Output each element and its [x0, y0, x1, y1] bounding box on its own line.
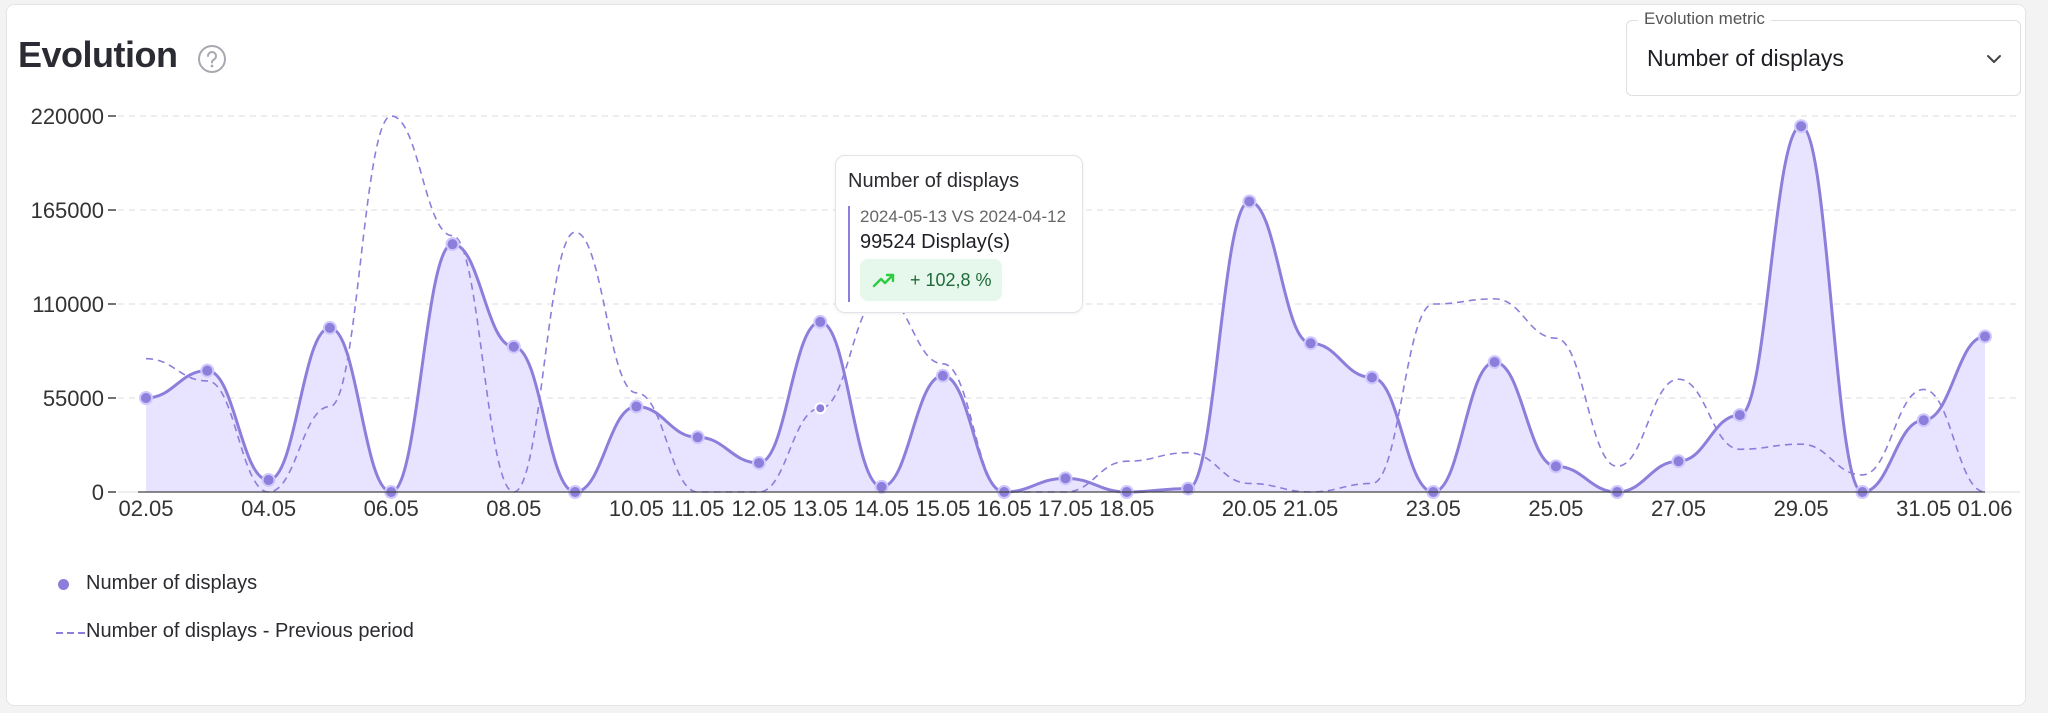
- legend-label-current: Number of displays: [86, 572, 258, 594]
- x-tick-label: 01.06: [1957, 496, 2012, 521]
- x-tick-label: 25.05: [1528, 496, 1583, 521]
- x-tick-label: 04.05: [241, 496, 296, 521]
- data-point: [629, 399, 644, 414]
- x-tick-label: 11.05: [671, 496, 724, 521]
- x-tick-label: 10.05: [609, 496, 664, 521]
- y-tick-label: 110000: [32, 292, 104, 317]
- data-point: [261, 473, 276, 488]
- x-tick-label: 08.05: [486, 496, 541, 521]
- evolution-chart: 0 55000 110000 165000 220000 02.05 04.05 06.05 0…: [31, 104, 2020, 521]
- legend-label-previous: Number of displays - Previous period: [86, 620, 414, 642]
- data-point: [935, 368, 950, 383]
- data-point: [1794, 119, 1809, 134]
- legend-dot-icon: [58, 579, 69, 590]
- tooltip-change-value: + 102,8 %: [910, 270, 992, 290]
- trend-up-icon: [872, 273, 895, 288]
- data-point: [1487, 355, 1502, 370]
- x-tick-label: 16.05: [977, 496, 1032, 521]
- data-point: [139, 391, 153, 405]
- data-point-previous-highlight: [814, 402, 827, 415]
- data-point: [1181, 481, 1196, 496]
- data-point: [1058, 471, 1073, 486]
- x-tick-label: 12.05: [731, 496, 786, 521]
- x-tick-label: 27.05: [1651, 496, 1706, 521]
- data-point: [1732, 408, 1747, 423]
- legend-dash-icon: [56, 632, 88, 634]
- data-point: [322, 320, 337, 335]
- x-tick-label: 02.05: [118, 496, 173, 521]
- tooltip-change-badge: + 102,8 %: [860, 259, 1002, 301]
- x-tick-label: 23.05: [1406, 496, 1461, 521]
- data-point: [1916, 413, 1931, 428]
- x-tick-label: 15.05: [915, 496, 970, 521]
- x-tick-label: 20.05: [1222, 496, 1277, 521]
- x-tick-label: 14.05: [854, 496, 909, 521]
- x-tick-label: 06.05: [364, 496, 419, 521]
- data-point: [752, 455, 766, 470]
- data-point: [1365, 370, 1379, 385]
- data-point: [1671, 454, 1686, 469]
- tooltip-accent-bar: [848, 206, 850, 302]
- tooltip-title: Number of displays: [848, 170, 1020, 192]
- data-point: [1978, 329, 1992, 344]
- data-point: [200, 363, 215, 378]
- data-point: [813, 314, 828, 329]
- x-tick-label: 31.05: [1896, 496, 1951, 521]
- data-point: [506, 339, 521, 354]
- data-point: [1303, 336, 1318, 351]
- data-point: [874, 479, 889, 494]
- x-tick-label: 21.05: [1283, 496, 1338, 521]
- x-tick-label: 18.05: [1099, 496, 1154, 521]
- tooltip-dates: 2024-05-13 VS 2024-04-12: [860, 207, 1067, 226]
- data-point: [1242, 194, 1257, 209]
- data-point: [1548, 459, 1563, 474]
- y-tick-label: 0: [92, 480, 104, 505]
- tooltip-value: 99524 Display(s): [860, 231, 1011, 253]
- y-tick-label: 55000: [43, 386, 104, 411]
- y-tick-label: 165000: [31, 198, 104, 223]
- chart-tooltip: Number of displays 2024-05-13 VS 2024-04…: [835, 155, 1083, 313]
- data-point: [690, 430, 705, 445]
- x-tick-label: 17.05: [1038, 496, 1093, 521]
- y-tick-label: 220000: [31, 104, 104, 129]
- x-tick-label: 29.05: [1774, 496, 1829, 521]
- x-tick-label: 13.05: [793, 496, 848, 521]
- data-point: [445, 237, 460, 252]
